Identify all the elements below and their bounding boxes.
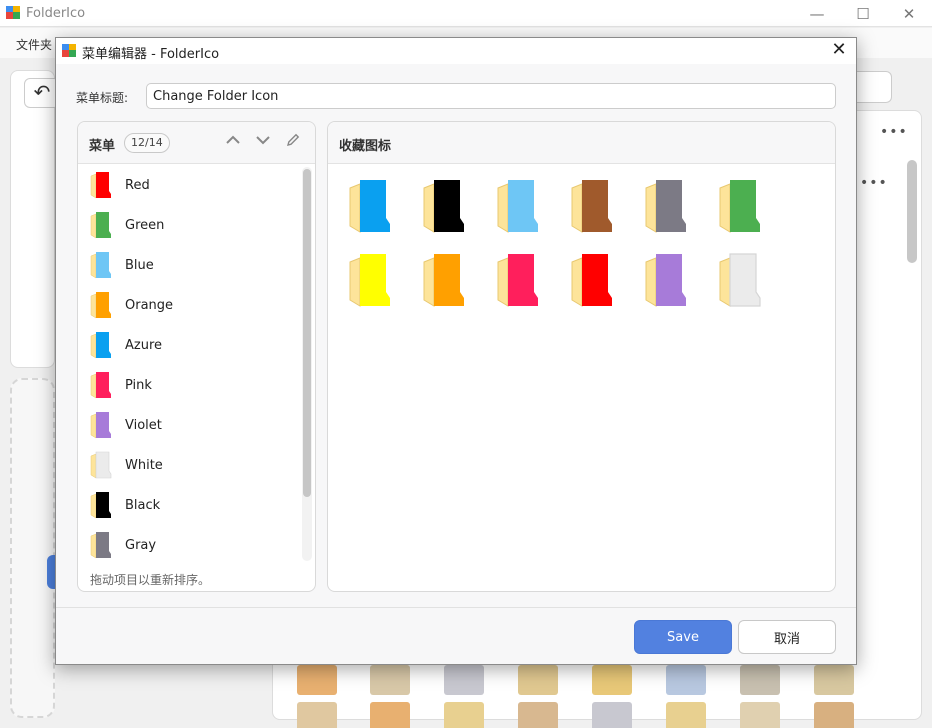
- menu-item-label: Blue: [125, 258, 154, 273]
- background-folder-icon: [297, 702, 337, 728]
- white-folder-icon: [90, 451, 112, 479]
- dialog-title: 菜单编辑器 - FolderIco: [82, 47, 220, 62]
- close-icon[interactable]: ✕: [886, 0, 932, 27]
- green-folder-icon: [90, 211, 112, 239]
- edit-pencil-icon[interactable]: [283, 132, 303, 154]
- menu-editor-dialog: 菜单编辑器 - FolderIco ✕ 菜单标题: 菜单 12/14 Red Gr…: [55, 37, 857, 665]
- menu-panel-header: 菜单 12/14: [78, 122, 315, 164]
- menu-item-white[interactable]: White: [78, 445, 303, 485]
- pink-folder-icon: [90, 371, 112, 399]
- menu-item-azure[interactable]: Azure: [78, 325, 303, 365]
- background-folder-icon: [444, 702, 484, 728]
- main-window-title: FolderIco: [26, 6, 86, 21]
- background-left-panel: [10, 70, 55, 368]
- menu-item-blue[interactable]: Blue: [78, 245, 303, 285]
- menu-item-pink[interactable]: Pink: [78, 365, 303, 405]
- background-folder-icon: [444, 665, 484, 695]
- menu-item-label: Red: [125, 178, 150, 193]
- background-folder-icon: [518, 702, 558, 728]
- menu-item-label: Orange: [125, 298, 174, 313]
- favorites-icon-grid: [328, 165, 835, 591]
- background-folder-icon: [814, 665, 854, 695]
- background-folder-icon: [666, 702, 706, 728]
- menu-item-violet[interactable]: Violet: [78, 405, 303, 445]
- favorite-folder-icon[interactable]: [496, 252, 540, 308]
- dialog-close-icon[interactable]: ✕: [822, 38, 856, 64]
- save-button[interactable]: Save: [634, 620, 732, 654]
- menu-item-label: White: [125, 458, 163, 473]
- menu-item-orange[interactable]: Orange: [78, 285, 303, 325]
- favorite-folder-icon[interactable]: [348, 178, 392, 234]
- background-folder-icon: [518, 665, 558, 695]
- favorite-folder-icon[interactable]: [718, 178, 762, 234]
- gray-folder-icon: [90, 531, 112, 559]
- favorite-folder-icon[interactable]: [348, 252, 392, 308]
- background-folder-icon: [592, 702, 632, 728]
- red-folder-icon: [90, 171, 112, 199]
- menu-item-list: Red Green Blue Orange Azure Pink Violet White Bl…: [78, 165, 303, 561]
- menu-item-label: Gray: [125, 538, 157, 553]
- background-folder-icon: [814, 702, 854, 728]
- favorites-panel-title: 收藏图标: [339, 139, 392, 154]
- favorite-folder-icon[interactable]: [570, 252, 614, 308]
- background-drop-zone: [10, 378, 55, 718]
- background-folder-icon: [740, 665, 780, 695]
- favorite-folder-icon[interactable]: [496, 178, 540, 234]
- background-folder-icon: [370, 665, 410, 695]
- menu-item-green[interactable]: Green: [78, 205, 303, 245]
- background-folder-icon: [370, 702, 410, 728]
- menu-scrollbar-thumb[interactable]: [303, 169, 311, 497]
- minimize-icon[interactable]: —: [794, 0, 840, 27]
- move-down-icon[interactable]: [253, 132, 273, 154]
- menu-item-gray[interactable]: Gray: [78, 525, 303, 565]
- menu-item-black[interactable]: Black: [78, 485, 303, 525]
- background-folder-icon: [297, 665, 337, 695]
- dialog-titlebar: 菜单编辑器 - FolderIco ✕: [56, 38, 856, 64]
- background-folder-icon: [592, 665, 632, 695]
- move-up-icon[interactable]: [223, 132, 243, 154]
- cancel-button[interactable]: 取消: [738, 620, 836, 654]
- background-folder-icon: [666, 665, 706, 695]
- folderico-logo-icon: [6, 6, 20, 19]
- favorite-folder-icon[interactable]: [422, 178, 466, 234]
- item-count-badge: 12/14: [124, 133, 170, 153]
- menu-panel-title: 菜单: [89, 139, 116, 154]
- blue-folder-icon: [90, 251, 112, 279]
- favorite-folder-icon[interactable]: [644, 178, 688, 234]
- folderico-logo-icon: [62, 44, 76, 57]
- dialog-footer-divider: [56, 607, 856, 608]
- black-folder-icon: [90, 491, 112, 519]
- more-options-icon[interactable]: •••: [880, 124, 908, 140]
- favorites-panel-header: 收藏图标: [328, 122, 835, 164]
- menu-file[interactable]: 文件夹: [16, 36, 52, 53]
- favorite-folder-icon[interactable]: [718, 252, 762, 308]
- menu-item-label: Violet: [125, 418, 162, 433]
- background-scrollbar[interactable]: [907, 160, 917, 263]
- menu-title-label: 菜单标题:: [76, 91, 129, 105]
- azure-folder-icon: [90, 331, 112, 359]
- menu-title-input[interactable]: [146, 83, 836, 109]
- menu-item-red[interactable]: Red: [78, 165, 303, 205]
- menu-item-label: Green: [125, 218, 165, 233]
- menu-item-label: Azure: [125, 338, 163, 353]
- maximize-icon[interactable]: ☐: [840, 0, 886, 27]
- favorite-folder-icon[interactable]: [422, 252, 466, 308]
- violet-folder-icon: [90, 411, 112, 439]
- more-options-icon[interactable]: •••: [860, 175, 888, 191]
- menu-item-label: Black: [125, 498, 161, 513]
- favorite-folder-icon[interactable]: [570, 178, 614, 234]
- background-folder-icon: [740, 702, 780, 728]
- orange-folder-icon: [90, 291, 112, 319]
- reorder-hint: 拖动项目以重新排序。: [90, 573, 211, 587]
- favorites-panel: 收藏图标: [327, 121, 836, 592]
- menu-item-label: Pink: [125, 378, 152, 393]
- main-window-titlebar: FolderIco — ☐ ✕: [0, 0, 932, 27]
- menu-panel: 菜单 12/14 Red Green Blue Orange Azure Pink Viol…: [77, 121, 316, 592]
- favorite-folder-icon[interactable]: [644, 252, 688, 308]
